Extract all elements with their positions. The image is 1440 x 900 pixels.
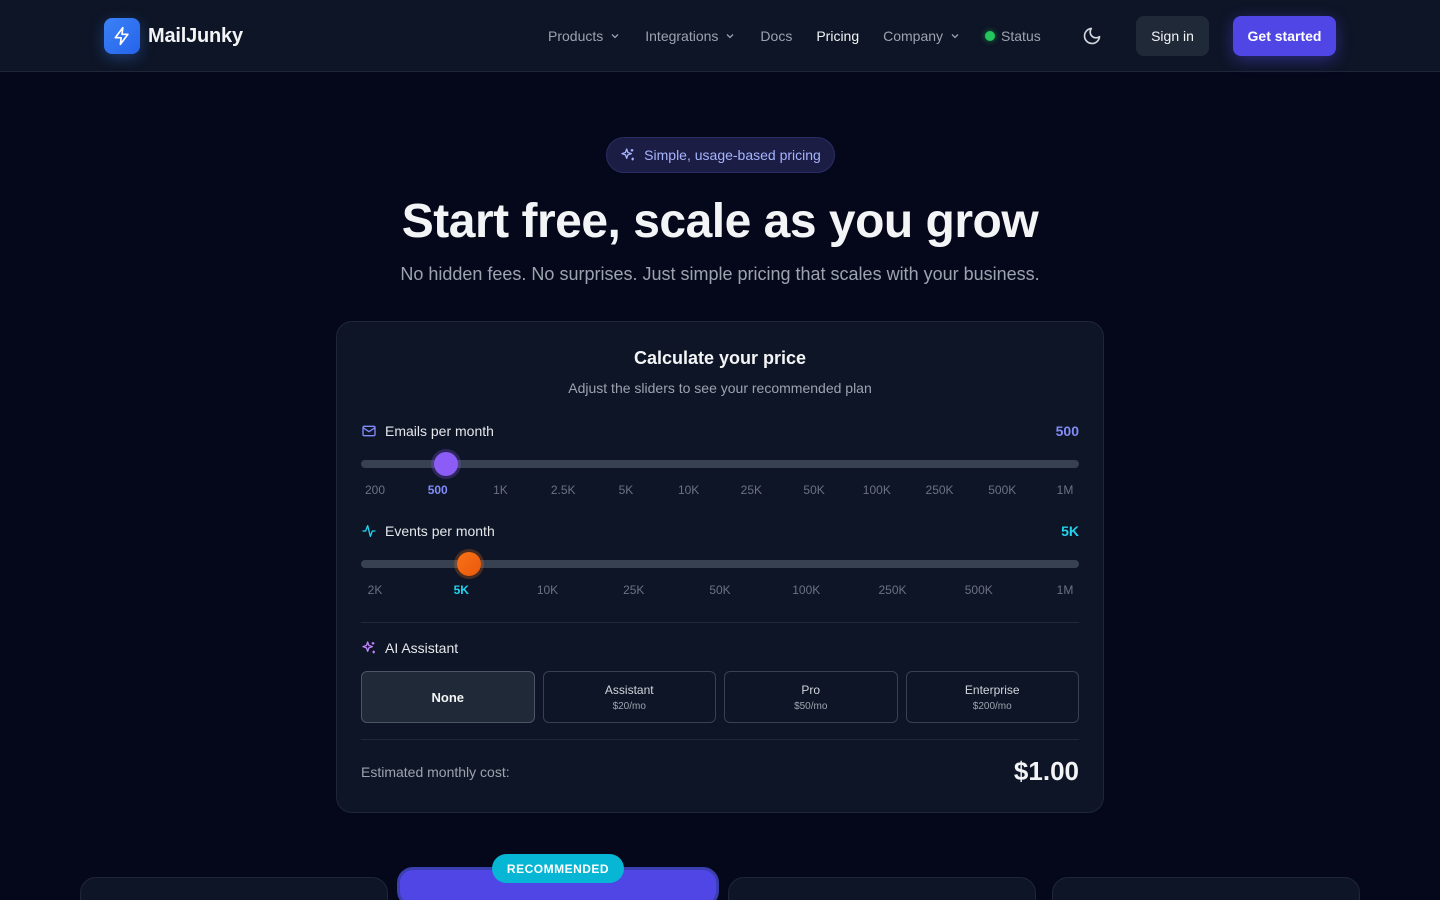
nav-item-company[interactable]: Company — [883, 28, 961, 44]
events-label-text: Events per month — [385, 523, 495, 539]
mail-icon — [362, 425, 376, 437]
nav-item-label: Integrations — [645, 28, 719, 44]
get-started-button[interactable]: Get started — [1233, 16, 1336, 56]
ai-assistant-options: None Assistant $20/mo Pro $50/mo Enterpr… — [361, 671, 1079, 723]
estimated-cost-label: Estimated monthly cost: — [361, 764, 510, 780]
tick-label[interactable]: 10K — [678, 483, 699, 497]
divider — [361, 622, 1079, 623]
ai-option-name: None — [431, 689, 465, 705]
chevron-down-icon — [611, 34, 619, 39]
ai-option-price: $50/mo — [794, 700, 828, 712]
divider — [361, 739, 1079, 740]
chevron-down-icon — [951, 34, 959, 39]
emails-slider-thumb[interactable] — [433, 452, 458, 476]
emails-value: 500 — [1055, 423, 1079, 439]
emails-slider[interactable] — [361, 452, 1079, 476]
status-indicator — [985, 31, 996, 41]
ai-label-text: AI Assistant — [385, 640, 459, 656]
sparkles-icon — [621, 148, 635, 161]
tick-label[interactable]: 250K — [926, 483, 954, 497]
pricing-pill-badge: Simple, usage-based pricing — [606, 137, 835, 173]
plan-card — [728, 877, 1036, 900]
nav-item-label: Pricing — [816, 28, 860, 44]
tick-label[interactable]: 2.5K — [551, 483, 576, 497]
ai-option-name: Pro — [801, 682, 821, 697]
page-title: Start free, scale as you grow — [401, 195, 1039, 248]
ai-option-name: Enterprise — [964, 682, 1020, 697]
tick-label[interactable]: 500K — [965, 583, 993, 597]
lightning-icon — [104, 18, 140, 54]
nav-item-pricing[interactable]: Pricing — [816, 28, 859, 44]
sign-in-button[interactable]: Sign in — [1136, 16, 1209, 56]
theme-toggle-button[interactable] — [1080, 24, 1104, 48]
pill-text: Simple, usage-based pricing — [644, 147, 821, 163]
tick-label[interactable]: 100K — [863, 483, 891, 497]
ai-option-price: $200/mo — [972, 700, 1012, 712]
ai-option-none[interactable]: None — [361, 671, 535, 723]
ai-assistant-label: AI Assistant — [361, 640, 458, 656]
nav-item-docs[interactable]: Docs — [760, 28, 792, 44]
tick-label[interactable]: 100K — [792, 583, 820, 597]
tick-label[interactable]: 50K — [709, 583, 730, 597]
emails-tick-labels: 200 500 1K 2.5K 5K 10K 25K 50K 100K 250K 500K 1M — [361, 483, 1079, 499]
ai-option-name: Assistant — [604, 682, 654, 697]
tick-label[interactable]: 5K — [454, 583, 469, 597]
ai-option-assistant[interactable]: Assistant $20/mo — [542, 671, 716, 723]
tick-label[interactable]: 200 — [365, 483, 385, 497]
tick-label[interactable]: 1M — [1057, 583, 1074, 597]
chevron-down-icon — [726, 34, 734, 39]
recommended-badge: RECOMMENDED — [492, 854, 624, 883]
nav-item-status[interactable]: Status — [985, 28, 1041, 44]
nav-item-integrations[interactable]: Integrations — [645, 28, 736, 44]
tick-label[interactable]: 25K — [623, 583, 644, 597]
plan-card — [80, 877, 388, 900]
top-nav: MailJunky Products Integrations Docs Pri… — [0, 0, 1440, 72]
tick-label[interactable]: 10K — [537, 583, 558, 597]
tick-label[interactable]: 5K — [619, 483, 634, 497]
tick-label[interactable]: 500 — [428, 483, 448, 497]
nav-item-label: Products — [548, 28, 604, 44]
estimated-cost-value: $1.00 — [1013, 756, 1079, 786]
ai-option-enterprise[interactable]: Enterprise $200/mo — [905, 671, 1079, 723]
tick-label[interactable]: 50K — [803, 483, 824, 497]
brand[interactable]: MailJunky — [104, 18, 243, 54]
nav-item-label: Docs — [760, 28, 793, 44]
activity-icon — [362, 525, 376, 537]
nav-item-label: Company — [883, 28, 944, 44]
price-calculator: Calculate your price Adjust the sliders … — [336, 321, 1104, 813]
tick-label[interactable]: 1M — [1057, 483, 1074, 497]
brand-name: MailJunky — [148, 24, 243, 47]
tick-label[interactable]: 2K — [368, 583, 383, 597]
page-subtitle: No hidden fees. No surprises. Just simpl… — [400, 264, 1040, 284]
tick-label[interactable]: 500K — [988, 483, 1016, 497]
ai-option-pro[interactable]: Pro $50/mo — [724, 671, 898, 723]
ai-option-price: $20/mo — [612, 700, 646, 712]
emails-label-text: Emails per month — [385, 423, 494, 439]
moon-icon — [1083, 27, 1101, 45]
tick-label[interactable]: 1K — [493, 483, 508, 497]
tick-label[interactable]: 25K — [741, 483, 762, 497]
nav-item-label: Status — [1001, 28, 1041, 44]
sparkles-icon — [362, 641, 375, 654]
events-slider[interactable] — [361, 552, 1079, 576]
events-tick-labels: 2K 5K 10K 25K 50K 100K 250K 500K 1M — [361, 583, 1079, 599]
events-slider-label: Events per month — [361, 523, 495, 539]
calculator-title: Calculate your price — [633, 348, 807, 368]
nav-links: Products Integrations Docs Pricing Compa… — [548, 0, 1065, 72]
tick-label[interactable]: 250K — [878, 583, 906, 597]
nav-item-products[interactable]: Products — [548, 28, 621, 44]
emails-slider-label: Emails per month — [361, 423, 494, 439]
plan-card — [1052, 877, 1360, 900]
events-slider-thumb[interactable] — [457, 552, 482, 576]
events-value: 5K — [1061, 523, 1079, 539]
calculator-subtitle: Adjust the sliders to see your recommend… — [568, 380, 872, 396]
